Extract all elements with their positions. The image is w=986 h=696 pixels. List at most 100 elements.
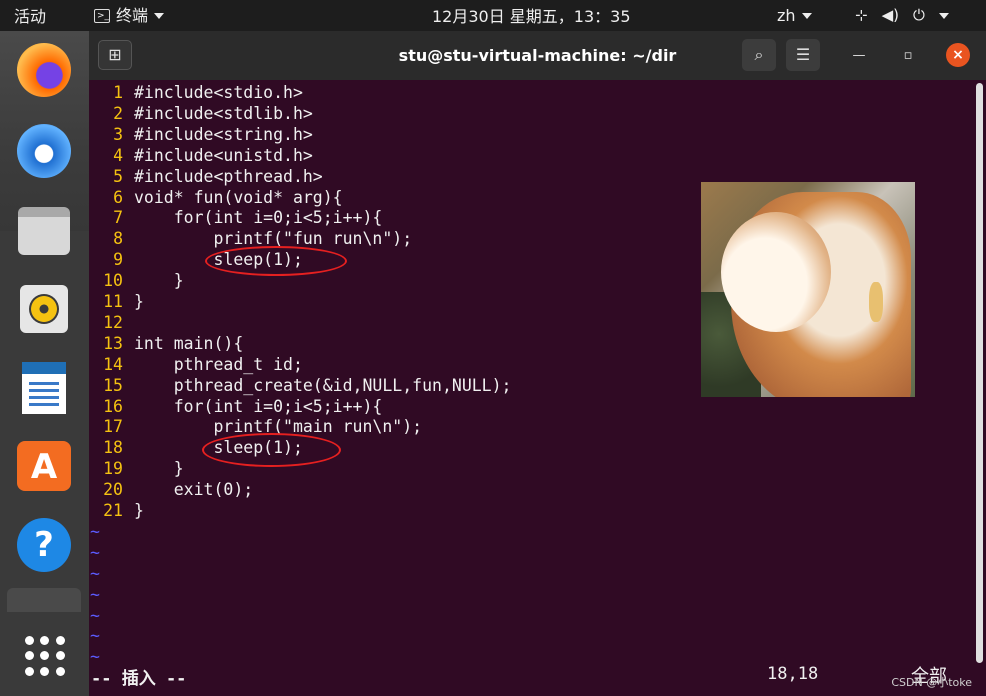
- minimize-button[interactable]: —: [847, 44, 871, 68]
- libreoffice-writer-icon: [22, 362, 66, 414]
- dock-files[interactable]: [15, 202, 73, 260]
- annotation-circle: [202, 433, 341, 467]
- line-number: 20: [103, 480, 123, 500]
- dog-photo: [701, 182, 915, 397]
- empty-line-marker: ~: [90, 626, 100, 646]
- dock-writer[interactable]: [15, 359, 73, 417]
- line-number: 16: [103, 396, 123, 416]
- line-text: #include<stdio.h>: [134, 83, 303, 102]
- system-menu[interactable]: ⊹ ◀) ⏻: [855, 0, 949, 31]
- dock-software[interactable]: A: [15, 437, 73, 495]
- firefox-icon: [17, 43, 71, 97]
- line-number: 14: [103, 354, 123, 374]
- line-number: 12: [103, 312, 123, 332]
- line-text: #include<string.h>: [134, 124, 313, 144]
- cursor-position: 18,18: [767, 664, 819, 684]
- watermark: CSDN @小toke: [891, 676, 972, 689]
- code-line: 6 void* fun(void* arg){: [89, 187, 343, 208]
- menu-button[interactable]: ☰: [786, 39, 820, 71]
- dock-rhythmbox[interactable]: [15, 280, 73, 338]
- maximize-button[interactable]: ▫: [896, 44, 920, 68]
- line-text: int main(){: [134, 333, 244, 353]
- dock-terminal-indicator[interactable]: [7, 588, 81, 612]
- vim-status-line: -- 插入 -- 18,18 全部: [89, 664, 969, 689]
- line-number: 21: [103, 501, 123, 520]
- line-text: }: [134, 459, 184, 479]
- code-line: 1 #include<stdio.h>: [89, 82, 303, 103]
- code-line: 4 #include<unistd.h>: [89, 145, 313, 166]
- line-number: 8: [113, 229, 123, 249]
- code-line: 20 exit(0);: [89, 479, 253, 500]
- line-text: for(int i=0;i<5;i++){: [134, 208, 383, 228]
- power-icon: ⏻: [912, 6, 925, 24]
- line-number: 4: [113, 145, 123, 165]
- line-number: 18: [103, 438, 123, 458]
- line-number: 7: [113, 208, 123, 228]
- software-center-icon: A: [17, 441, 71, 491]
- line-text: }: [134, 292, 144, 311]
- show-applications-icon[interactable]: [25, 636, 65, 676]
- code-line: 7 for(int i=0;i<5;i++){: [89, 207, 382, 228]
- files-icon: [18, 207, 70, 255]
- dock-firefox[interactable]: [15, 41, 73, 99]
- line-text: pthread_t id;: [134, 354, 303, 374]
- terminal-icon: >_: [94, 8, 110, 23]
- code-line: 10 }: [89, 270, 184, 291]
- line-number: 17: [103, 417, 123, 437]
- empty-line-marker: ~: [90, 563, 100, 583]
- empty-line-marker: ~: [90, 605, 100, 625]
- close-button[interactable]: ×: [946, 43, 970, 67]
- dock-help[interactable]: ?: [15, 516, 73, 574]
- code-line: 16 for(int i=0;i<5;i++){: [89, 396, 382, 417]
- search-icon: ⌕: [754, 45, 764, 64]
- line-text: #include<pthread.h>: [134, 166, 323, 186]
- chevron-down-icon: [938, 12, 949, 19]
- rhythmbox-icon: [20, 285, 68, 333]
- network-icon: ⊹: [855, 6, 868, 24]
- language-label: zh: [777, 6, 796, 25]
- line-number: 9: [113, 250, 123, 270]
- volume-icon: ◀): [881, 6, 899, 24]
- code-line: 2 #include<stdlib.h>: [89, 103, 313, 124]
- annotation-circle: [205, 246, 347, 276]
- line-number: 10: [103, 271, 123, 291]
- close-icon: ×: [952, 47, 964, 63]
- code-line: 3 #include<string.h>: [89, 124, 313, 145]
- line-number: 19: [103, 459, 123, 479]
- app-menu[interactable]: >_ 终端: [94, 0, 165, 31]
- line-text: for(int i=0;i<5;i++){: [134, 396, 383, 416]
- dock: A ?: [0, 31, 89, 696]
- activities-button[interactable]: 活动: [14, 0, 46, 31]
- empty-line-marker: ~: [90, 542, 100, 562]
- title-bar: ⊞ stu@stu-virtual-machine: ~/dir ⌕ ☰ — ▫…: [89, 31, 986, 80]
- line-text: }: [134, 501, 144, 520]
- code-line: 12: [89, 312, 134, 333]
- language-menu[interactable]: zh: [777, 0, 812, 31]
- code-line: 14 pthread_t id;: [89, 354, 303, 375]
- empty-line-marker: ~: [90, 584, 100, 604]
- line-number: 5: [113, 166, 123, 186]
- code-line: 21}: [89, 500, 144, 521]
- scrollbar[interactable]: [976, 83, 983, 663]
- empty-line-marker: ~: [90, 521, 100, 541]
- line-text: exit(0);: [134, 480, 254, 500]
- code-line: 5 #include<pthread.h>: [89, 166, 323, 187]
- thunderbird-icon: [17, 124, 71, 178]
- top-bar: 活动 >_ 终端 12月30日 星期五，13：35 zh ⊹ ◀) ⏻: [0, 0, 986, 31]
- search-button[interactable]: ⌕: [742, 39, 776, 71]
- line-text: pthread_create(&id,NULL,fun,NULL);: [134, 375, 512, 395]
- chevron-down-icon: [154, 12, 165, 19]
- dock-thunderbird[interactable]: [15, 122, 73, 180]
- line-text: #include<stdlib.h>: [134, 103, 313, 123]
- line-number: 1: [113, 83, 123, 102]
- code-line: 11}: [89, 291, 144, 312]
- chevron-down-icon: [801, 12, 812, 19]
- clock[interactable]: 12月30日 星期五，13：35: [432, 0, 631, 31]
- line-number: 13: [103, 333, 123, 353]
- code-line: 13 int main(){: [89, 333, 243, 354]
- line-number: 11: [103, 292, 123, 311]
- code-line: 19 }: [89, 458, 184, 479]
- line-number: 6: [113, 187, 123, 207]
- line-number: 3: [113, 124, 123, 144]
- vim-mode: -- 插入 --: [91, 669, 187, 689]
